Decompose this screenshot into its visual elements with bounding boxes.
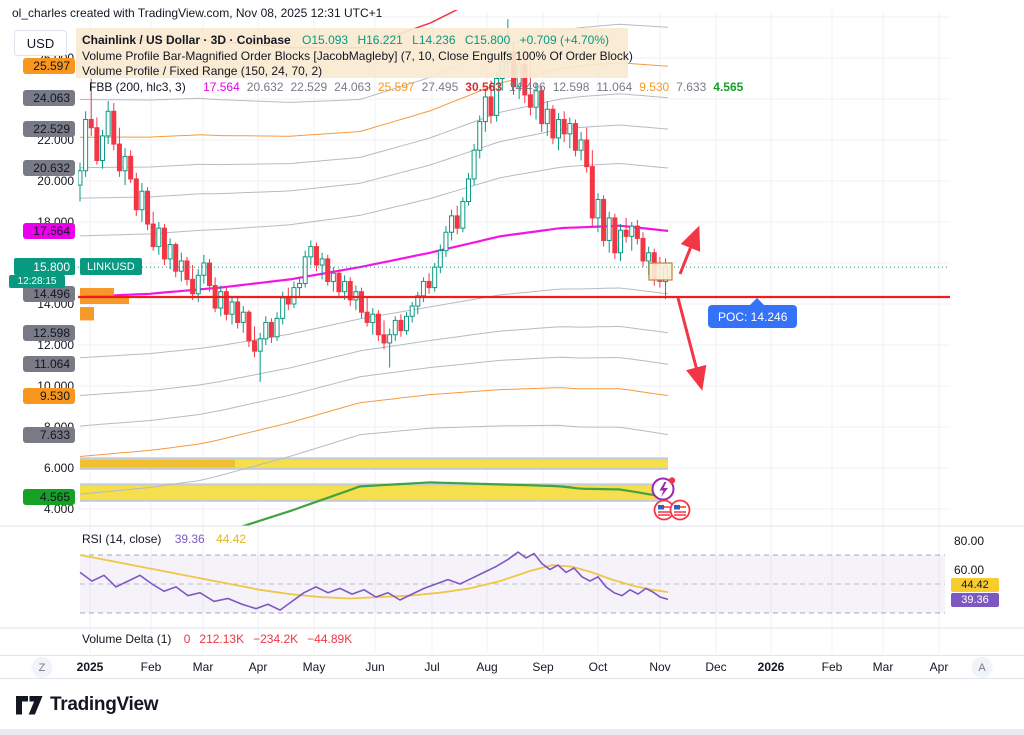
- time-axis-label: Apr: [249, 660, 268, 674]
- price-axis[interactable]: 26.00022.00020.00018.00014.00012.00010.0…: [0, 0, 78, 655]
- chart-canvas[interactable]: [0, 0, 1024, 735]
- axis-settings-button[interactable]: A: [972, 657, 993, 678]
- event-icons: [653, 477, 690, 519]
- fbb-label: FBB (200, hlc3, 3): [89, 80, 186, 94]
- tradingview-chart-window: { "colors": { "up": "#089981", "down": "…: [0, 0, 1024, 735]
- time-axis-label: Feb: [822, 660, 843, 674]
- ohlc-change: +0.709 (+4.70%): [520, 33, 609, 47]
- legend-indicator-orderblocks[interactable]: Volume Profile Bar-Magnified Order Block…: [82, 49, 633, 63]
- tradingview-logo[interactable]: TradingView: [16, 694, 158, 716]
- time-axis-label: Oct: [589, 660, 608, 674]
- price-axis-badge: 20.632: [23, 160, 75, 176]
- rsi-axis[interactable]: 80.00 60.0044.4239.36: [950, 527, 1024, 627]
- poc-tooltip: POC: 14.246: [708, 305, 797, 328]
- tradingview-logo-text: TradingView: [50, 694, 158, 716]
- volume-delta-values: 0 212.13K −234.2K −44.89K: [175, 632, 353, 646]
- price-axis-label: 20.000: [37, 174, 74, 188]
- fbb-level-value: 24.063: [334, 80, 371, 94]
- time-axis-label: Jun: [365, 660, 384, 674]
- rsi-legend-row[interactable]: RSI (14, close) 39.36 44.42: [82, 532, 246, 546]
- currency-unit-button[interactable]: USD: [14, 30, 67, 56]
- bar-countdown-badge: 12:28:15: [9, 275, 65, 288]
- order-block-zones: [80, 457, 668, 502]
- price-axis-label: 6.000: [44, 461, 74, 475]
- fbb-level-value: 20.632: [247, 80, 284, 94]
- volume-delta-value: −44.89K: [307, 632, 352, 646]
- fbb-level-value: 30.563: [465, 80, 502, 94]
- time-axis-label: Feb: [141, 660, 162, 674]
- rsi-ma-value: 44.42: [216, 532, 246, 546]
- fbb-level-value: 7.633: [676, 80, 706, 94]
- time-axis[interactable]: Z 2025 Feb Mar Apr May Jun Jul Aug Sep Oct Nov Dec 20…: [0, 655, 1024, 679]
- price-axis-badge: 25.597: [23, 58, 75, 74]
- fbb-level-value: 17.564: [203, 80, 240, 94]
- price-axis-badge: 22.529: [23, 121, 75, 137]
- rsi-axis-badge: 44.42: [951, 578, 999, 592]
- us-flag-event-icon: [671, 501, 690, 520]
- volume-delta-value: −234.2K: [253, 632, 298, 646]
- active-order-block-box: [649, 263, 672, 280]
- legend-indicator-fbb[interactable]: FBB (200, hlc3, 3) 17.564 20.632 22.529 24.…: [82, 80, 743, 94]
- fbb-level-value: 14.496: [509, 80, 546, 94]
- time-axis-label: Sep: [532, 660, 553, 674]
- time-axis-label: Dec: [705, 660, 726, 674]
- rsi-axis-label: 60.00: [954, 563, 984, 577]
- legend-symbol-row[interactable]: Chainlink / US Dollar · 3D · Coinbase O1…: [82, 33, 615, 47]
- time-axis-label: Aug: [476, 660, 497, 674]
- ohlc-close: C15.800: [465, 33, 510, 47]
- drawn-down-arrow: [678, 298, 700, 382]
- rsi-title-label: RSI (14, close): [82, 532, 161, 546]
- price-axis-badge: 17.564: [23, 223, 75, 239]
- fbb-level-value: 22.529: [290, 80, 327, 94]
- fbb-level-value: 9.530: [639, 80, 669, 94]
- symbol-flag-badge[interactable]: LINKUSD: [80, 258, 142, 275]
- volume-delta-title: Volume Delta (1): [82, 632, 171, 646]
- time-axis-label: Mar: [193, 660, 214, 674]
- volume-delta-legend-row[interactable]: Volume Delta (1) 0 212.13K −234.2K −44.89K: [82, 632, 352, 646]
- price-axis-badge: 12.598: [23, 325, 75, 341]
- price-axis-badge: 9.530: [23, 388, 75, 404]
- time-axis-label: May: [303, 660, 326, 674]
- bottom-window-bar: [0, 729, 1024, 735]
- fbb-level-value: 27.495: [422, 80, 459, 94]
- price-axis-badge: 7.633: [23, 427, 75, 443]
- volume-delta-value: 0: [184, 632, 191, 646]
- ohlc-low: L14.236: [412, 33, 455, 47]
- fbb-level-value: 4.565: [713, 80, 743, 94]
- time-axis-label: Jul: [424, 660, 439, 674]
- timezone-button[interactable]: Z: [32, 657, 53, 678]
- legend-indicator-volume-profile[interactable]: Volume Profile / Fixed Range (150, 24, 7…: [82, 64, 322, 78]
- price-axis-badge: 24.063: [23, 90, 75, 106]
- fbb-values: 17.564 20.632 22.529 24.063 25.597 27.495 30.5…: [196, 80, 743, 94]
- rsi-axis-badge: 39.36: [951, 593, 999, 607]
- time-axis-label: 2025: [77, 660, 104, 674]
- rsi-axis-label: 80.00: [954, 534, 984, 548]
- volume-delta-value: 212.13K: [199, 632, 244, 646]
- fbb-level-value: 25.597: [378, 80, 415, 94]
- tradingview-logo-icon: [16, 696, 43, 715]
- symbol-title: Chainlink / US Dollar · 3D · Coinbase: [82, 33, 291, 47]
- ohlc-open: O15.093: [302, 33, 348, 47]
- ohlc-high: H16.221: [357, 33, 402, 47]
- time-axis-label: 2026: [758, 660, 785, 674]
- rsi-value: 39.36: [175, 532, 205, 546]
- time-axis-label: Nov: [649, 660, 670, 674]
- time-axis-label: Apr: [930, 660, 949, 674]
- fbb-level-value: 12.598: [553, 80, 590, 94]
- rsi-pane: [80, 552, 945, 613]
- price-axis-badge: 4.565: [23, 489, 75, 505]
- drawn-up-arrow: [680, 234, 696, 274]
- time-axis-label: Mar: [873, 660, 894, 674]
- current-price-badge: 15.800: [14, 258, 75, 275]
- fbb-level-value: 11.064: [596, 80, 632, 94]
- price-axis-badge: 14.496: [23, 286, 75, 302]
- price-axis-badge: 11.064: [23, 356, 75, 372]
